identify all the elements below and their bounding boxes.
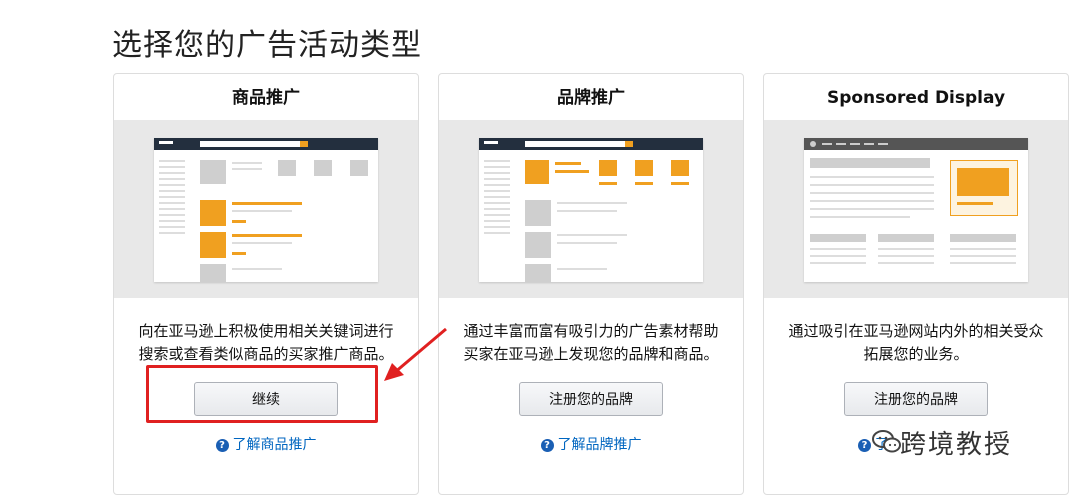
question-circle-icon: ? [215,439,229,452]
card-description: 通过丰富而富有吸引力的广告素材帮助 买家在亚马逊上发现您的品牌和商品。 [457,320,725,366]
card-sponsored-brands: 品牌推广 通过丰富而富有吸引力的广告素材帮助 买家在亚马逊上发现您的品牌和商品。… [438,73,744,495]
description-line: 通过丰富而富有吸引力的广告素材帮助 [463,322,719,340]
preview-image-products [114,120,418,298]
card-sponsored-products: 商品推广 向在亚马逊上积极使用相关关键词进行 搜索或查看类似商品的买家推广商品。… [113,73,419,495]
annotation-highlight-box [146,365,378,423]
wechat-icon [872,430,901,453]
question-circle-icon: ? [540,439,554,452]
learn-more-link[interactable]: ? 了解品牌推广 [439,434,743,454]
learn-more-link[interactable]: ? 了解商品推广 [114,434,418,454]
watermark-text: 跨境教授 [900,430,1013,460]
card-description: 向在亚马逊上积极使用相关关键词进行 搜索或查看类似商品的买家推广商品。 [132,320,400,366]
description-line: 拓展您的业务。 [863,345,969,363]
preview-image-display [764,120,1068,298]
learn-more-label: 了解品牌推广 [557,437,642,453]
learn-more-label: 了解商品推广 [232,437,317,453]
mockup-page [804,138,1028,282]
register-brand-button[interactable]: 注册您的品牌 [519,382,663,416]
description-line: 通过吸引在亚马逊网站内外的相关受众 [788,322,1044,340]
annotation-arrow-icon [384,327,447,381]
card-description: 通过吸引在亚马逊网站内外的相关受众 拓展您的业务。 [782,320,1050,366]
mockup-page [154,138,378,282]
mockup-page [479,138,703,282]
question-circle-icon: ? [858,439,871,452]
register-brand-button[interactable]: 注册您的品牌 [844,382,988,416]
page-title: 选择您的广告活动类型 [112,28,422,63]
preview-image-brands [439,120,743,298]
card-title: 品牌推广 [557,88,625,108]
description-line: 搜索或查看类似商品的买家推广商品。 [138,345,394,363]
card-title: Sponsored Display [826,88,1006,108]
description-line: 向在亚马逊上积极使用相关关键词进行 [138,322,394,340]
card-title: 商品推广 [232,88,300,108]
description-line: 买家在亚马逊上发现您的品牌和商品。 [463,345,719,363]
